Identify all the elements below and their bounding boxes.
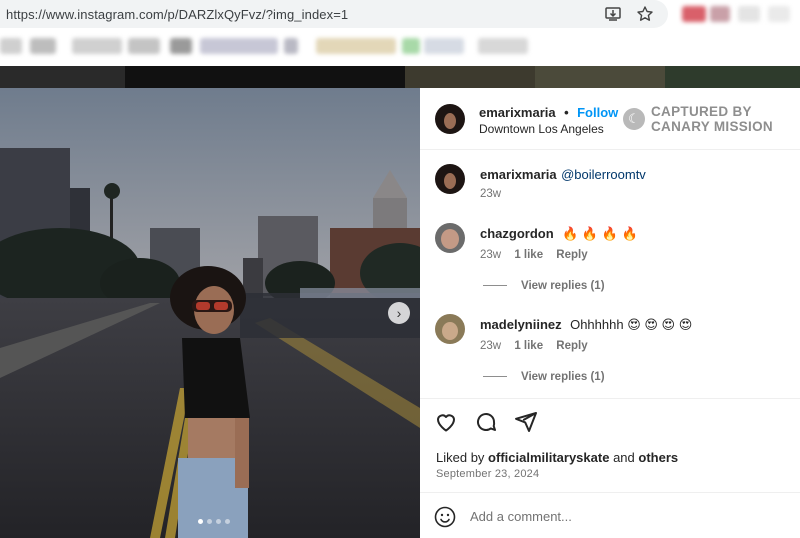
- bookmark-item[interactable]: [30, 38, 56, 54]
- reply-button[interactable]: Reply: [556, 340, 587, 352]
- divider: [483, 285, 507, 287]
- carousel-dot[interactable]: [207, 519, 212, 524]
- author-avatar[interactable]: [435, 104, 465, 134]
- post-actions: [434, 410, 538, 434]
- carousel-dot[interactable]: [216, 519, 221, 524]
- divider: [483, 376, 507, 378]
- post-header: emarixmaria • Follow Downtown Los Angele…: [420, 88, 800, 150]
- bookmark-item[interactable]: [284, 38, 298, 54]
- install-app-icon[interactable]: [604, 5, 622, 23]
- street-photo-illustration: [0, 88, 420, 538]
- extension-icon[interactable]: [738, 6, 760, 22]
- post-side-panel: emarixmaria • Follow Downtown Los Angele…: [420, 88, 800, 538]
- watermark-line2: CANARY MISSION: [651, 119, 773, 134]
- separator-dot: •: [564, 105, 569, 120]
- comment-likes[interactable]: 1 like: [514, 249, 543, 261]
- carousel-next-button[interactable]: ›: [388, 302, 410, 324]
- divider: [420, 398, 800, 399]
- bookmark-item[interactable]: [402, 38, 420, 54]
- comment-text: Ohhhhhh 😍 😍 😍 😍: [570, 317, 693, 332]
- carousel-dot[interactable]: [225, 519, 230, 524]
- carousel-dots: [198, 519, 230, 524]
- liked-by-and: and: [613, 450, 635, 465]
- view-replies-button[interactable]: View replies (1): [483, 280, 605, 292]
- bookmark-item[interactable]: [478, 38, 528, 54]
- liked-by-prefix: Liked by: [436, 450, 485, 465]
- caption-time[interactable]: 23w: [480, 188, 501, 200]
- chevron-right-icon: ›: [396, 305, 402, 321]
- canary-watermark: ☾ CAPTURED BY CANARY MISSION: [623, 104, 773, 134]
- url-text[interactable]: https://www.instagram.com/p/DARZlxQyFvz/…: [6, 7, 348, 22]
- liked-by-user[interactable]: officialmilitaryskate: [488, 450, 609, 465]
- follow-button[interactable]: Follow: [577, 105, 618, 120]
- comment-username[interactable]: chazgordon: [480, 226, 554, 241]
- extensions-area: [672, 0, 800, 28]
- address-bar[interactable]: https://www.instagram.com/p/DARZlxQyFvz/…: [0, 0, 668, 28]
- post-date[interactable]: September 23, 2024: [436, 468, 539, 480]
- reply-button[interactable]: Reply: [556, 249, 587, 261]
- bookmark-item[interactable]: [170, 38, 192, 54]
- emoji-icon[interactable]: [434, 506, 456, 528]
- bookmark-item[interactable]: [72, 38, 122, 54]
- canary-logo-icon: ☾: [623, 108, 645, 130]
- carousel-dot[interactable]: [198, 519, 203, 524]
- liked-by-others[interactable]: others: [638, 450, 678, 465]
- watermark-line1: CAPTURED BY: [651, 104, 752, 119]
- comment-time[interactable]: 23w: [480, 249, 501, 261]
- bookmarks-bar: [0, 28, 800, 66]
- share-icon[interactable]: [514, 410, 538, 434]
- post-location[interactable]: Downtown Los Angeles: [479, 122, 604, 136]
- star-icon[interactable]: [636, 5, 654, 23]
- extension-icon[interactable]: [682, 6, 706, 22]
- comment-likes[interactable]: 1 like: [514, 340, 543, 352]
- comment-text: 🔥 🔥 🔥 🔥: [562, 226, 638, 241]
- bookmark-item[interactable]: [0, 38, 22, 54]
- author-username[interactable]: emarixmaria: [479, 105, 556, 120]
- add-comment-input[interactable]: [470, 505, 770, 527]
- bookmark-item[interactable]: [200, 38, 278, 54]
- comment-avatar[interactable]: [435, 223, 465, 253]
- comment-meta: 23w 1 like Reply: [480, 249, 588, 261]
- add-comment-bar: [420, 492, 800, 538]
- heart-icon[interactable]: [434, 410, 458, 434]
- comment-avatar[interactable]: [435, 314, 465, 344]
- comment-meta: 23w 1 like Reply: [480, 340, 588, 352]
- view-replies-button[interactable]: View replies (1): [483, 371, 605, 383]
- view-replies-label: View replies (1): [521, 280, 605, 292]
- extension-icon[interactable]: [768, 6, 790, 22]
- comment-username[interactable]: madelyniinez: [480, 317, 562, 332]
- liked-by-text: Liked by officialmilitaryskate and other…: [436, 450, 678, 465]
- caption-mention[interactable]: @boilerroomtv: [561, 167, 646, 182]
- extension-icon[interactable]: [710, 6, 730, 22]
- page-top-strip: [0, 66, 800, 88]
- bookmark-item[interactable]: [424, 38, 464, 54]
- caption-username[interactable]: emarixmaria: [480, 167, 557, 182]
- comment-time[interactable]: 23w: [480, 340, 501, 352]
- view-replies-label: View replies (1): [521, 371, 605, 383]
- caption-avatar[interactable]: [435, 164, 465, 194]
- bookmark-item[interactable]: [128, 38, 160, 54]
- post-photo[interactable]: ›: [0, 88, 420, 538]
- bookmark-item[interactable]: [316, 38, 396, 54]
- comment-icon[interactable]: [474, 410, 498, 434]
